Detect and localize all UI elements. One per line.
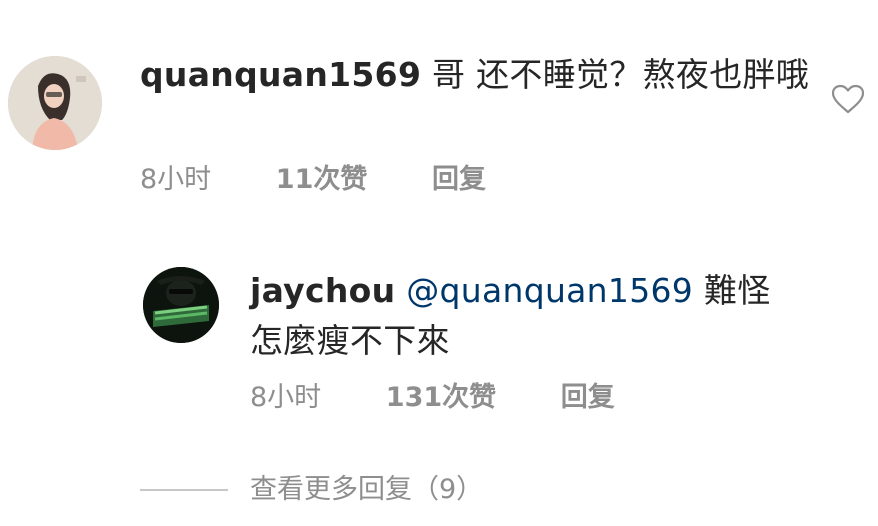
heart-outline-icon[interactable] bbox=[831, 84, 865, 114]
comment-meta: 8小时 11次赞 回复 bbox=[140, 160, 486, 200]
avatar-image bbox=[143, 267, 219, 343]
avatar-jaychou[interactable] bbox=[143, 267, 219, 343]
main-comment-text: quanquan1569 哥 还不睡觉？熬夜也胖哦 bbox=[140, 50, 810, 100]
comment-body: 哥 还不睡觉？熬夜也胖哦 bbox=[432, 55, 810, 94]
reply-button[interactable]: 回复 bbox=[561, 378, 615, 418]
avatar-image bbox=[8, 56, 102, 150]
reply-button[interactable]: 回复 bbox=[432, 160, 486, 200]
mention-link[interactable]: @quanquan1569 bbox=[406, 271, 693, 310]
comment-main: quanquan1569 哥 还不睡觉？熬夜也胖哦 8小时 11次赞 回复 bbox=[0, 0, 878, 230]
likes-count[interactable]: 11次赞 bbox=[276, 160, 368, 200]
divider-line bbox=[140, 489, 228, 491]
reply-comment-text: jaychou @quanquan1569 難怪怎麼瘦不下來 bbox=[250, 266, 790, 366]
comment-reply: jaychou @quanquan1569 難怪怎麼瘦不下來 8小时 131次赞… bbox=[0, 230, 878, 450]
timestamp: 8小时 bbox=[140, 164, 212, 195]
comment-meta: 8小时 131次赞 回复 bbox=[250, 378, 615, 418]
view-more-replies-label[interactable]: 查看更多回复（9） bbox=[250, 470, 483, 510]
timestamp: 8小时 bbox=[250, 382, 322, 413]
username[interactable]: quanquan1569 bbox=[140, 55, 421, 94]
username[interactable]: jaychou bbox=[250, 271, 395, 310]
avatar-quanquan1569[interactable] bbox=[8, 56, 102, 150]
likes-count[interactable]: 131次赞 bbox=[386, 378, 496, 418]
